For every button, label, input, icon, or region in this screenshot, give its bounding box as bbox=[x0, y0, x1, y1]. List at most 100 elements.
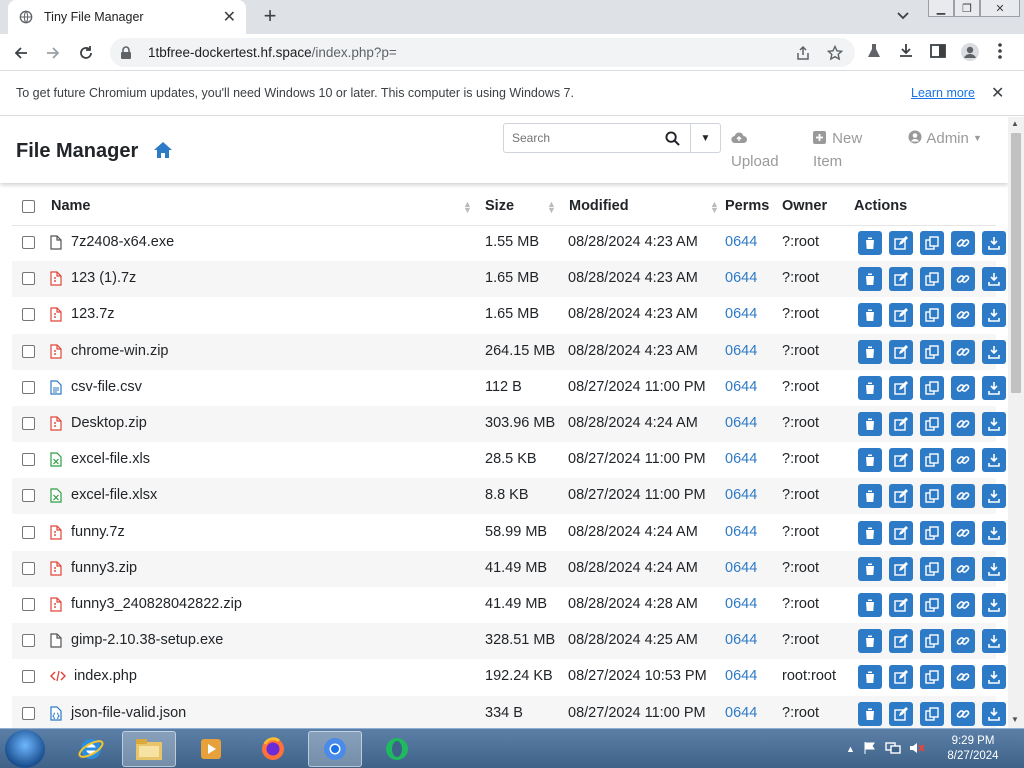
tray-expand-icon[interactable]: ▲ bbox=[846, 744, 855, 760]
home-icon[interactable] bbox=[153, 141, 173, 159]
row-checkbox[interactable] bbox=[22, 561, 35, 575]
new-tab-icon[interactable]: + bbox=[258, 3, 282, 28]
download-file-icon[interactable] bbox=[982, 593, 1006, 617]
file-name-link[interactable]: excel-file.xlsx bbox=[71, 487, 157, 503]
learn-more-link[interactable]: Learn more bbox=[911, 86, 975, 100]
close-infobar-icon[interactable]: ✕ bbox=[991, 83, 1004, 103]
copy-icon[interactable] bbox=[920, 593, 944, 617]
address-bar[interactable]: 1tbfree-dockertest.hf.space/index.php?p= bbox=[110, 38, 855, 67]
file-perms-link[interactable]: 0644 bbox=[725, 487, 757, 503]
link-icon[interactable] bbox=[951, 231, 975, 255]
copy-icon[interactable] bbox=[920, 629, 944, 654]
window-close-icon[interactable]: ✕ bbox=[980, 0, 1020, 17]
rename-icon[interactable] bbox=[889, 375, 913, 400]
sort-icon[interactable]: ▲ ▼ bbox=[547, 200, 556, 215]
rename-icon[interactable] bbox=[889, 701, 913, 726]
vertical-scrollbar[interactable]: ▲ ▼ bbox=[1008, 117, 1024, 728]
download-file-icon[interactable] bbox=[982, 231, 1006, 255]
link-icon[interactable] bbox=[951, 629, 975, 654]
table-row[interactable]: json-file-valid.json 334 B 08/27/2024 11… bbox=[12, 695, 1006, 728]
volume-muted-icon[interactable] bbox=[909, 741, 925, 760]
copy-icon[interactable] bbox=[920, 267, 944, 292]
download-file-icon[interactable] bbox=[982, 339, 1006, 364]
scroll-down-icon[interactable]: ▼ bbox=[1011, 715, 1019, 724]
file-perms-link[interactable]: 0644 bbox=[725, 379, 757, 395]
link-icon[interactable] bbox=[951, 484, 975, 509]
link-icon[interactable] bbox=[951, 665, 975, 690]
table-row[interactable]: excel-file.xls 28.5 KB 08/27/2024 11:00 … bbox=[12, 442, 1006, 478]
rename-icon[interactable] bbox=[889, 665, 913, 690]
search-icon[interactable] bbox=[654, 124, 690, 152]
delete-icon[interactable] bbox=[858, 448, 882, 473]
close-tab-icon[interactable]: ✕ bbox=[223, 7, 236, 27]
select-all-checkbox[interactable] bbox=[22, 200, 35, 213]
col-modified[interactable]: Modified bbox=[569, 198, 629, 214]
copy-icon[interactable] bbox=[920, 339, 944, 364]
table-row[interactable]: gimp-2.10.38-setup.exe 328.51 MB 08/28/2… bbox=[12, 623, 1006, 660]
table-row[interactable]: funny.7z 58.99 MB 08/28/2024 4:24 AM 064… bbox=[12, 515, 1006, 551]
file-perms-link[interactable]: 0644 bbox=[725, 234, 757, 250]
delete-icon[interactable] bbox=[858, 267, 882, 292]
forward-icon[interactable] bbox=[40, 40, 66, 66]
back-icon[interactable] bbox=[8, 40, 34, 66]
internet-explorer-icon[interactable] bbox=[64, 731, 118, 767]
scrollbar-thumb[interactable] bbox=[1011, 133, 1021, 393]
new-item-button[interactable]: New Item bbox=[813, 127, 862, 173]
download-file-icon[interactable] bbox=[982, 701, 1006, 726]
delete-icon[interactable] bbox=[858, 339, 882, 364]
file-perms-link[interactable]: 0644 bbox=[725, 306, 757, 322]
file-name-link[interactable]: gimp-2.10.38-setup.exe bbox=[71, 632, 223, 648]
search-dropdown-toggle[interactable]: ▼ bbox=[690, 124, 720, 152]
delete-icon[interactable] bbox=[858, 303, 882, 328]
admin-menu[interactable]: Admin ▼ bbox=[908, 127, 982, 150]
delete-icon[interactable] bbox=[858, 593, 882, 617]
rename-icon[interactable] bbox=[889, 556, 913, 581]
file-perms-link[interactable]: 0644 bbox=[725, 596, 757, 612]
link-icon[interactable] bbox=[951, 593, 975, 617]
rename-icon[interactable] bbox=[889, 267, 913, 292]
row-checkbox[interactable] bbox=[22, 308, 35, 322]
copy-icon[interactable] bbox=[920, 701, 944, 726]
sort-icon[interactable]: ▲ ▼ bbox=[463, 200, 472, 215]
link-icon[interactable] bbox=[951, 701, 975, 726]
rename-icon[interactable] bbox=[889, 412, 913, 436]
start-button[interactable] bbox=[5, 730, 45, 768]
delete-icon[interactable] bbox=[858, 701, 882, 726]
copy-icon[interactable] bbox=[920, 448, 944, 473]
table-row[interactable]: funny3_240828042822.zip 41.49 MB 08/28/2… bbox=[12, 587, 1006, 623]
row-checkbox[interactable] bbox=[22, 380, 35, 394]
rename-icon[interactable] bbox=[889, 484, 913, 509]
delete-icon[interactable] bbox=[858, 412, 882, 436]
copy-icon[interactable] bbox=[920, 520, 944, 545]
scroll-up-icon[interactable]: ▲ bbox=[1011, 119, 1019, 128]
star-icon[interactable] bbox=[826, 44, 844, 66]
rename-icon[interactable] bbox=[889, 629, 913, 654]
search-input[interactable] bbox=[504, 124, 654, 152]
link-icon[interactable] bbox=[951, 339, 975, 364]
file-name-link[interactable]: json-file-valid.json bbox=[71, 705, 186, 721]
table-row[interactable]: 123.7z 1.65 MB 08/28/2024 4:23 AM 0644 ?… bbox=[12, 297, 1006, 333]
copy-icon[interactable] bbox=[920, 556, 944, 581]
rename-icon[interactable] bbox=[889, 448, 913, 473]
row-checkbox[interactable] bbox=[22, 453, 35, 467]
firefox-icon[interactable] bbox=[246, 731, 300, 767]
profile-icon[interactable] bbox=[960, 42, 980, 62]
download-file-icon[interactable] bbox=[982, 267, 1006, 292]
file-name-link[interactable]: csv-file.csv bbox=[71, 379, 142, 395]
chevron-down-icon[interactable] bbox=[896, 8, 914, 26]
link-icon[interactable] bbox=[951, 448, 975, 473]
copy-icon[interactable] bbox=[920, 484, 944, 509]
download-file-icon[interactable] bbox=[982, 556, 1006, 581]
delete-icon[interactable] bbox=[858, 375, 882, 400]
download-file-icon[interactable] bbox=[982, 375, 1006, 400]
link-icon[interactable] bbox=[951, 375, 975, 400]
file-perms-link[interactable]: 0644 bbox=[725, 668, 757, 684]
lab-icon[interactable] bbox=[865, 42, 883, 60]
file-perms-link[interactable]: 0644 bbox=[725, 415, 757, 431]
file-name-link[interactable]: funny.7z bbox=[71, 524, 125, 540]
link-icon[interactable] bbox=[951, 303, 975, 328]
flag-icon[interactable] bbox=[863, 741, 877, 760]
rename-icon[interactable] bbox=[889, 231, 913, 255]
download-file-icon[interactable] bbox=[982, 448, 1006, 473]
row-checkbox[interactable] bbox=[22, 236, 35, 249]
